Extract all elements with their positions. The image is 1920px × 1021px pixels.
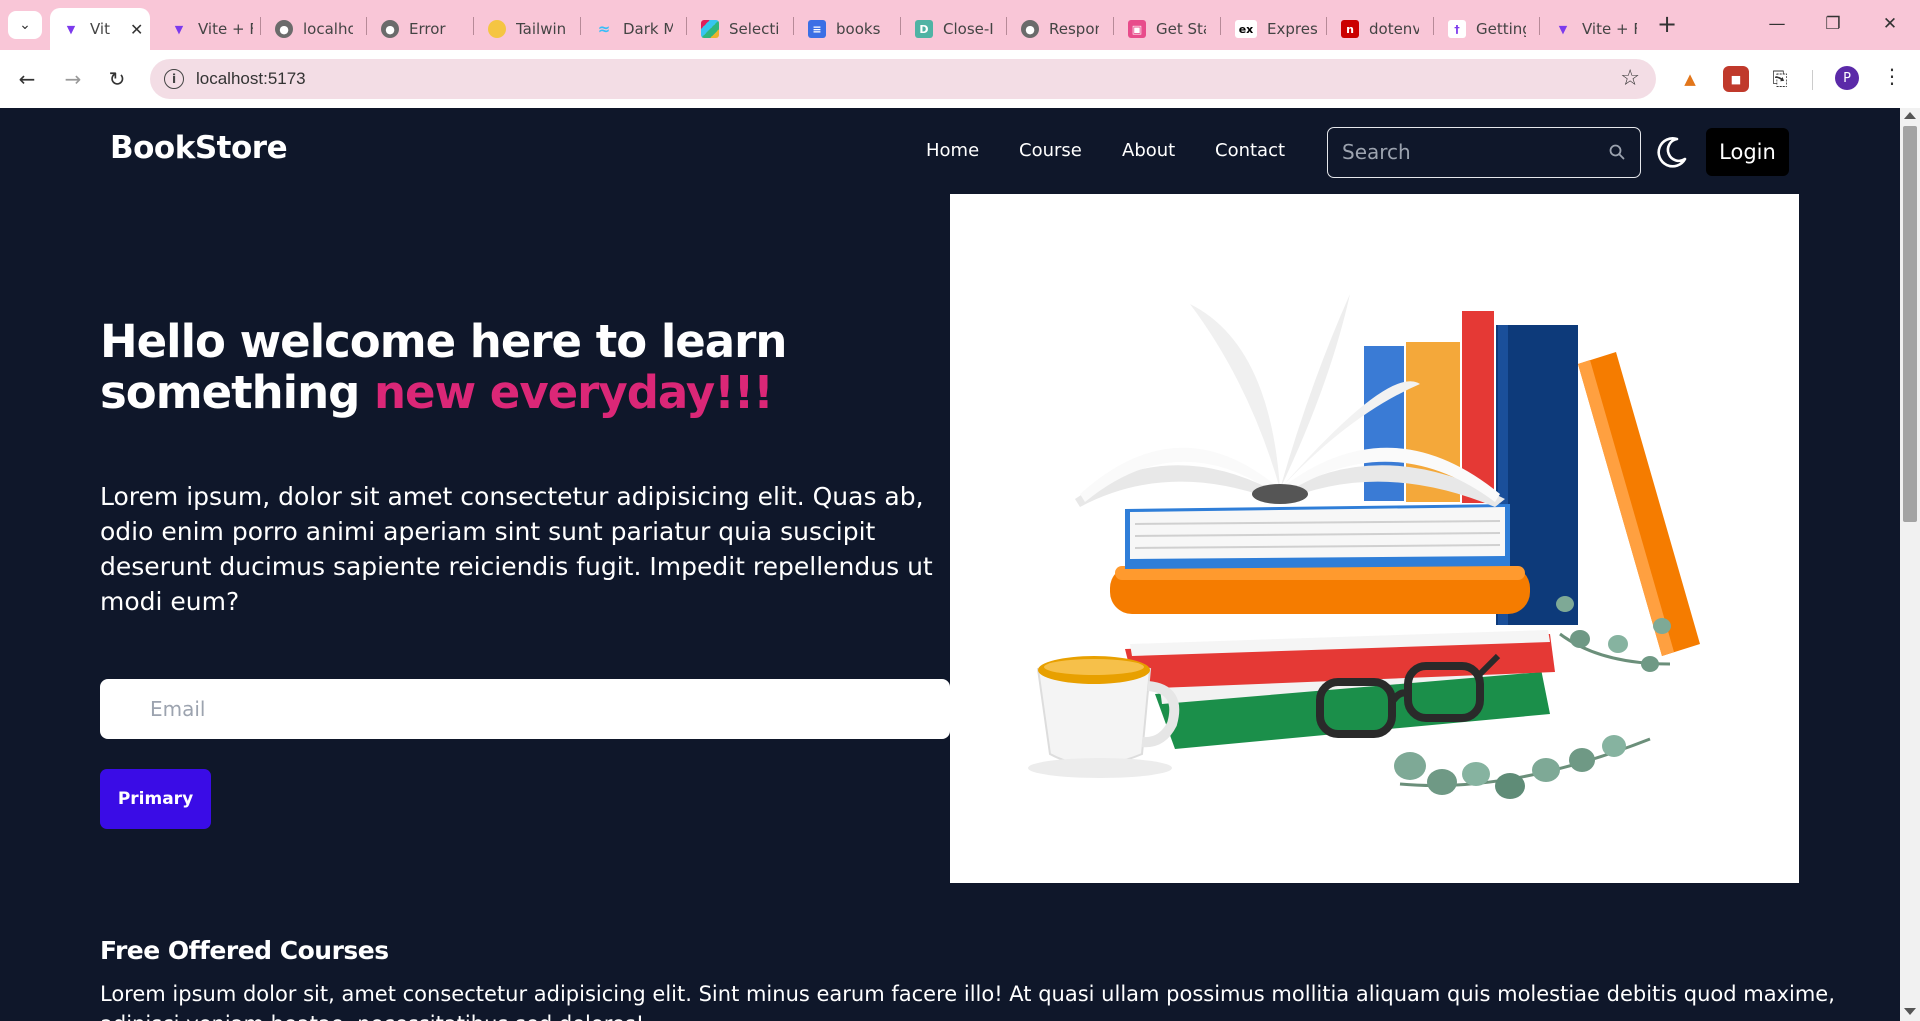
- metamask-extension-icon[interactable]: ▲: [1677, 66, 1703, 92]
- tab-get-started[interactable]: ▣ Get Sta: [1116, 8, 1216, 50]
- hero-books-illustration: [950, 194, 1799, 883]
- extension-icon[interactable]: ■: [1723, 66, 1749, 92]
- tab-vite-3[interactable]: ▼ Vite + F: [1542, 8, 1642, 50]
- globe-icon: ●: [1021, 20, 1039, 38]
- new-tab-button[interactable]: +: [1652, 9, 1682, 39]
- minimize-icon: —: [1768, 14, 1786, 34]
- tab-vite-2[interactable]: ▼ Vite + F: [158, 8, 258, 50]
- plus-icon: +: [1656, 10, 1678, 38]
- tailwind-mascot-icon: [488, 20, 506, 38]
- site-info-icon[interactable]: i: [164, 69, 184, 89]
- globe-icon: ●: [381, 20, 399, 38]
- profile-avatar[interactable]: P: [1835, 66, 1859, 90]
- tab-selection[interactable]: Selectio: [689, 8, 789, 50]
- arrow-right-icon: →: [64, 67, 82, 91]
- close-window-button[interactable]: ✕: [1870, 8, 1910, 40]
- search-input[interactable]: [1328, 128, 1598, 176]
- tab-title: Getting: [1476, 20, 1526, 38]
- email-field[interactable]: [100, 679, 950, 739]
- hero-title-accent: new everyday!!!: [374, 366, 774, 419]
- tab-close-i[interactable]: D Close-I: [903, 8, 1003, 50]
- tab-title: Dark M: [623, 20, 673, 38]
- moon-icon[interactable]: [1655, 135, 1689, 169]
- tab-books[interactable]: ≡ books: [796, 8, 896, 50]
- tab-dotenv[interactable]: n dotenv: [1329, 8, 1429, 50]
- tab-response[interactable]: ● Respon: [1009, 8, 1109, 50]
- tab-title: Vit: [90, 20, 110, 38]
- books-illustration-graphic: [1028, 294, 1700, 799]
- courses-section-title: Free Offered Courses: [100, 936, 389, 965]
- hero-title-line2: something: [100, 366, 360, 419]
- reload-icon: ↻: [108, 67, 126, 91]
- menu-kebab-icon[interactable]: ⋮: [1882, 64, 1902, 88]
- restore-icon: ❐: [1825, 14, 1841, 34]
- tab-title: Close-I: [943, 20, 993, 38]
- search-box: [1327, 127, 1641, 178]
- tab-localhost[interactable]: ● localho: [263, 8, 363, 50]
- hero-description: Lorem ipsum, dolor sit amet consectetur …: [100, 482, 933, 616]
- puzzle-icon[interactable]: ⎘: [1767, 66, 1793, 92]
- tab-express[interactable]: ex Express: [1223, 8, 1323, 50]
- nav-link-home[interactable]: Home: [926, 140, 979, 161]
- vite-icon: ▼: [66, 22, 76, 36]
- get-started-icon: ▣: [1128, 20, 1146, 38]
- hero-title-line1: Hello welcome here to learn: [100, 315, 787, 368]
- globe-icon: ●: [275, 20, 293, 38]
- forms-icon: ≡: [808, 20, 826, 38]
- brand-logo[interactable]: BookStore: [110, 130, 288, 166]
- vite-icon: ▼: [1558, 22, 1568, 36]
- tab-title: Error: [409, 20, 446, 38]
- tab-getting-started[interactable]: † Getting: [1436, 8, 1536, 50]
- nav-link-about[interactable]: About: [1122, 140, 1175, 161]
- address-bar[interactable]: i localhost:5173 ☆: [150, 59, 1656, 99]
- tab-title: Express: [1267, 20, 1317, 38]
- arrow-left-icon: ←: [18, 67, 36, 91]
- page-viewport: BookStore Home Course About Contact Logi…: [0, 108, 1900, 1021]
- hero-title: Hello welcome here to learn something ne…: [100, 316, 880, 418]
- restore-button[interactable]: ❐: [1813, 8, 1853, 40]
- scroll-down-arrow-icon[interactable]: [1904, 1008, 1916, 1015]
- reload-button[interactable]: ↻: [102, 64, 132, 94]
- express-icon: ex: [1235, 20, 1257, 38]
- minimize-button[interactable]: —: [1757, 8, 1797, 40]
- courses-section-description: Lorem ipsum dolor sit, amet consectetur …: [100, 982, 1835, 1021]
- tab-title: Selectio: [729, 20, 779, 38]
- primary-button[interactable]: Primary: [100, 769, 211, 829]
- tab-title: books: [836, 20, 881, 38]
- tab-tailwind[interactable]: Tailwin: [476, 8, 576, 50]
- tailwind-icon: ≈: [597, 20, 611, 38]
- tab-vite-active[interactable]: ▼ Vit ✕: [50, 8, 150, 50]
- bookmark-star-icon[interactable]: ☆: [1620, 66, 1640, 91]
- getting-started-icon: †: [1448, 20, 1466, 38]
- tab-strip: ⌄ ▼ Vit ✕ ▼ Vite + F ● localho ● Error T…: [0, 0, 1920, 50]
- tab-error[interactable]: ● Error: [369, 8, 469, 50]
- nav-link-contact[interactable]: Contact: [1215, 140, 1285, 161]
- tab-title: Tailwin: [516, 20, 566, 38]
- back-button[interactable]: ←: [12, 64, 42, 94]
- close-i-icon: D: [915, 20, 933, 38]
- tab-title: localho: [303, 20, 353, 38]
- nav-link-course[interactable]: Course: [1019, 140, 1082, 161]
- tab-title: Get Sta: [1156, 20, 1206, 38]
- slack-icon: [701, 20, 719, 38]
- search-icon[interactable]: [1608, 143, 1626, 161]
- scroll-thumb[interactable]: [1903, 126, 1917, 522]
- page-scrollbar[interactable]: [1900, 108, 1920, 1021]
- tab-title: Respon: [1049, 20, 1099, 38]
- chevron-down-icon: ⌄: [19, 17, 31, 33]
- scroll-up-arrow-icon[interactable]: [1904, 112, 1916, 119]
- vite-icon: ▼: [174, 22, 184, 36]
- npm-icon: n: [1341, 20, 1359, 38]
- tab-dark-mode[interactable]: ≈ Dark M: [583, 8, 683, 50]
- tab-search-button[interactable]: ⌄: [8, 11, 42, 39]
- tab-title: Vite + F: [1582, 20, 1637, 38]
- forward-button[interactable]: →: [58, 64, 88, 94]
- close-icon[interactable]: ✕: [130, 20, 143, 39]
- tab-title: Vite + F: [198, 20, 253, 38]
- browser-toolbar: ← → ↻ i localhost:5173 ☆ ▲ ■ ⎘: [0, 50, 1920, 108]
- tab-title: dotenv: [1369, 20, 1419, 38]
- url-text[interactable]: localhost:5173: [196, 69, 306, 89]
- close-icon: ✕: [1882, 14, 1898, 34]
- login-button[interactable]: Login: [1706, 128, 1789, 176]
